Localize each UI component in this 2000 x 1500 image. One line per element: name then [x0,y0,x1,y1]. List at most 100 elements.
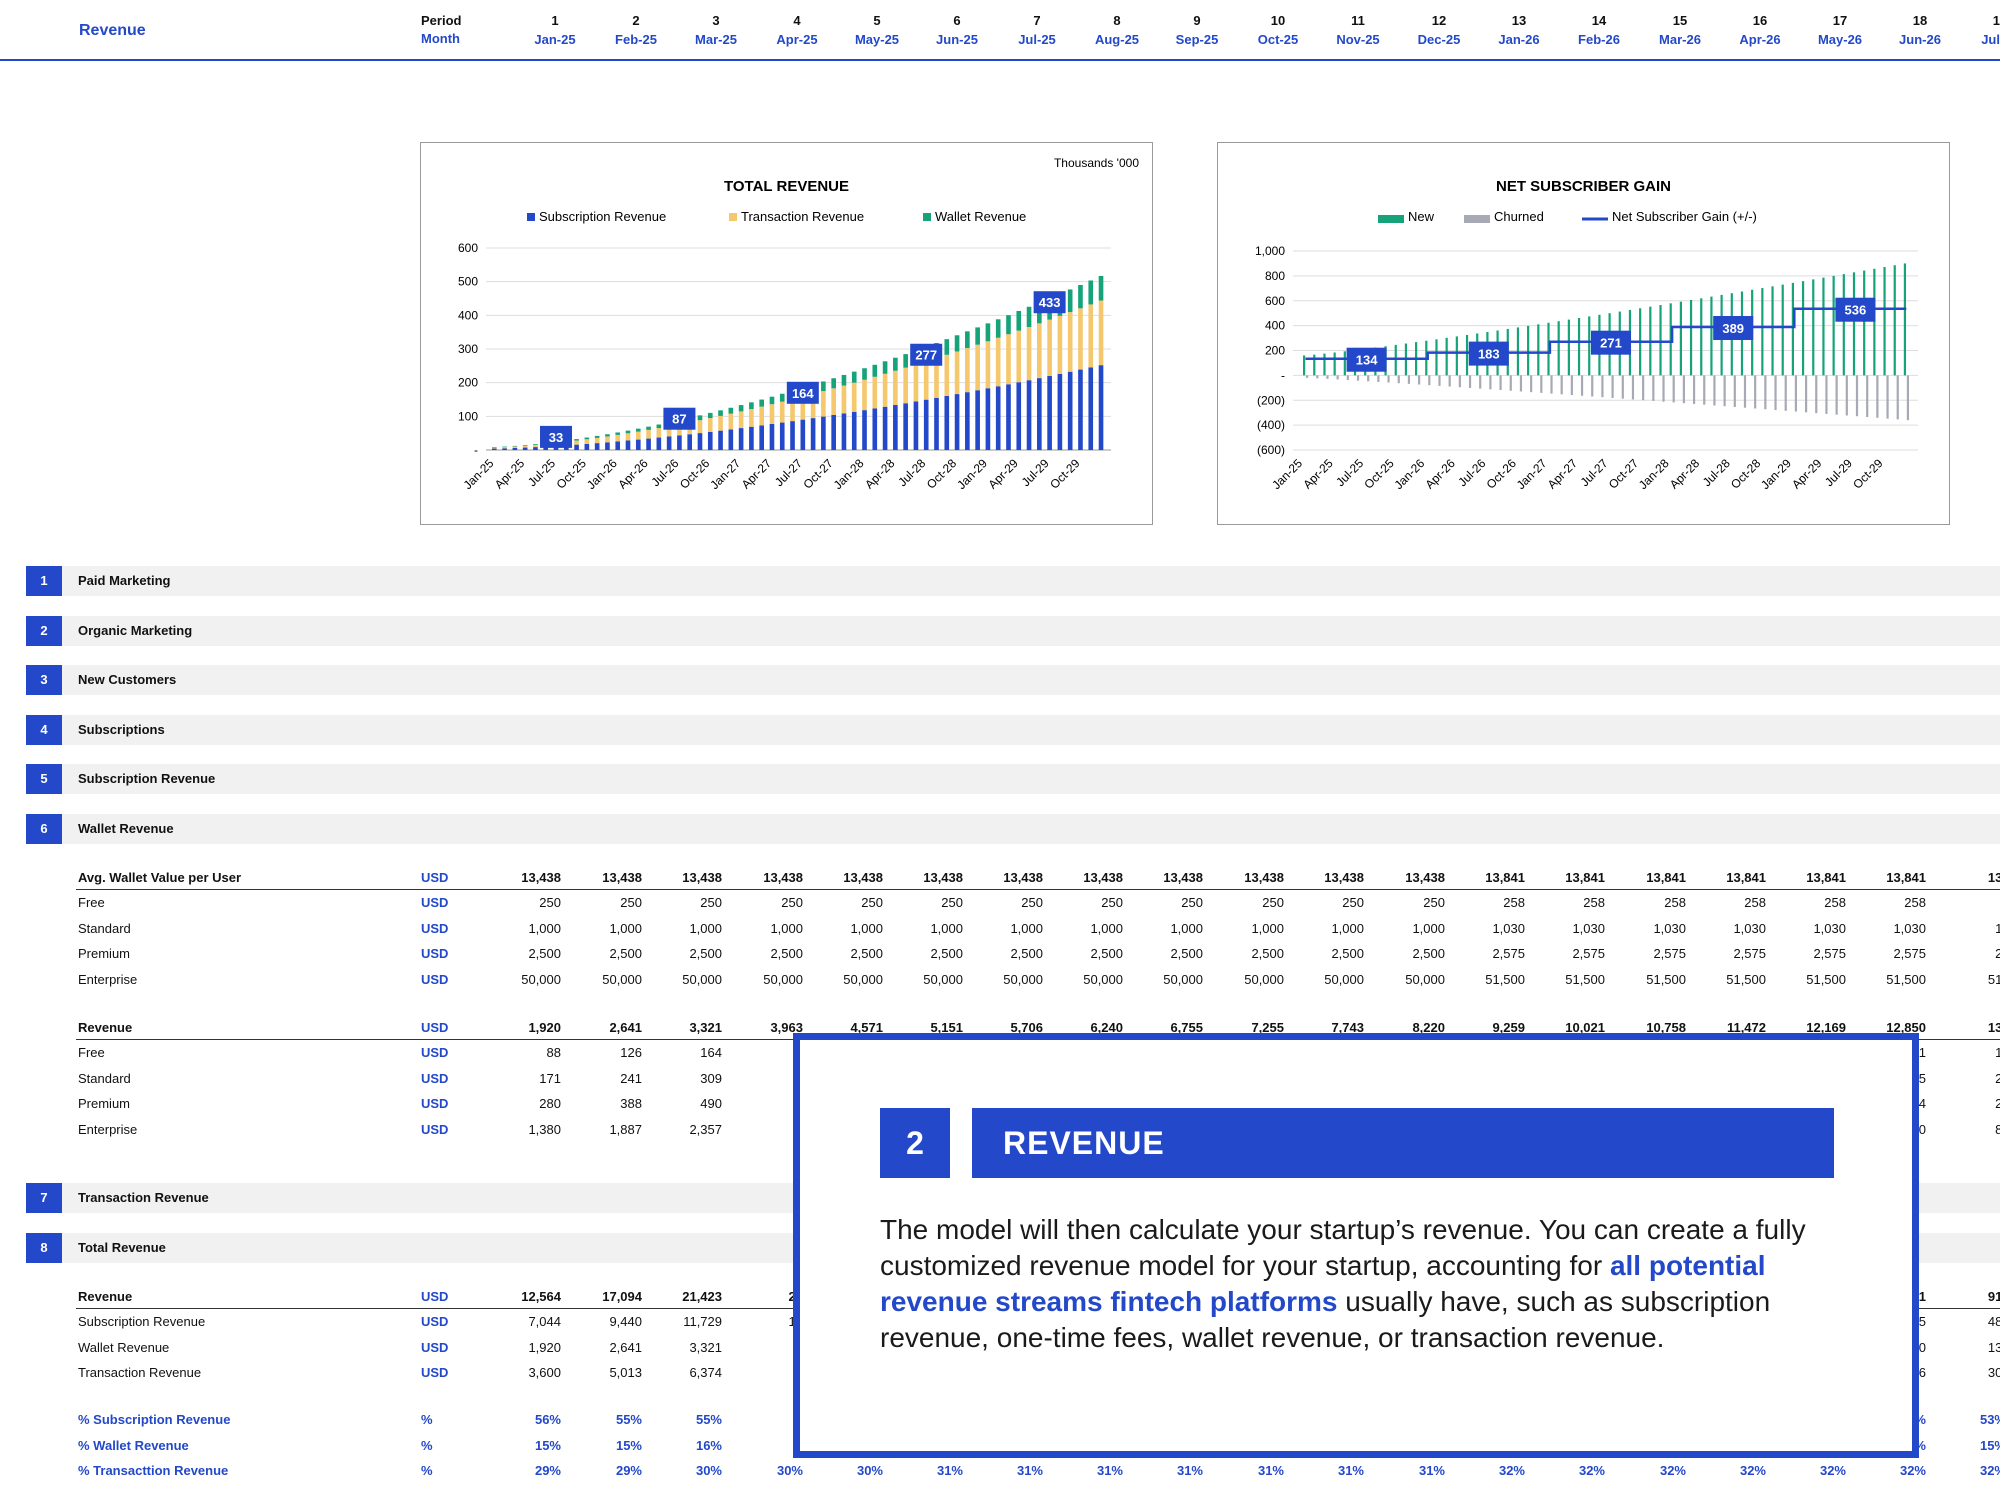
cell: 2,500 [1010,946,1043,961]
period-month: Nov-25 [1336,32,1380,47]
new-bar [1903,263,1907,376]
row-unit: USD [421,1020,449,1035]
cell: 50,000 [602,971,642,987]
cell: 258 [1824,895,1846,910]
x-tick-label: Apr-28 [1667,456,1703,492]
churned-bar [1703,375,1706,405]
subscription-bar [584,443,590,450]
wallet-bar [697,415,703,421]
x-tick-label: Jan-28 [831,456,867,492]
transaction-bar [851,382,857,412]
cell: 1,000 [770,920,803,936]
y-tick-label: 400 [458,308,478,322]
section-1: 1 Paid Marketing [0,566,2000,596]
period-number: 4 [793,13,801,28]
cell: 31% [1096,1463,1123,1478]
churned-bar [1611,375,1614,398]
card-title-bar: REVENUE [972,1108,1834,1178]
subscription-bar [512,447,518,450]
churned-bar [1530,375,1533,393]
cell: 1,000 [1251,920,1284,936]
subscription-bar [893,405,898,450]
wallet-bar [1006,315,1011,335]
subscription-bar [790,421,795,450]
period-month: Oct-25 [1257,32,1299,47]
wallet-bar [1067,289,1073,313]
row-unit: USD [421,971,449,987]
x-tick-label: Apr-28 [862,456,898,492]
cell: 250 [861,895,883,910]
row-label: % Transacttion Revenue [78,1463,229,1478]
period-month: Jan-26 [1498,32,1540,47]
cell: 6,374 [689,1365,722,1380]
cell: 50,000 [1083,971,1123,987]
churned-bar [1764,375,1767,410]
cell: 1,000 [609,920,642,936]
x-tick-label: Jul-29 [1822,456,1855,489]
legend-swatch [527,213,535,221]
period-month: Feb-25 [615,32,657,47]
transaction-bar [533,444,538,448]
wallet-bar [718,410,723,416]
section-band [26,616,2000,646]
subscription-bar [666,436,672,450]
churned-bar [1570,375,1573,396]
cell: 2,500 [1170,946,1203,961]
cell: 30, [1987,1365,2000,1380]
cell: 258 [1503,895,1525,910]
x-tick-label: Oct-28 [924,456,960,492]
cell: 388 [620,1096,642,1111]
section-5: 5 Subscription Revenue [0,764,2000,794]
section-4: 4 Subscriptions [0,715,2000,745]
wallet-bar [646,426,651,430]
period-number: 2 [632,13,640,28]
cell: 2,500 [1090,946,1123,961]
churned-bar [1326,375,1329,379]
cell: 32% [1739,1463,1766,1478]
cell: 31% [1418,1463,1445,1478]
period-number: 1 [551,13,559,28]
cell: 250 [1262,895,1284,910]
subscription-bar [831,415,836,450]
new-bar [1689,299,1693,376]
wallet-bar [821,381,826,392]
section-band [26,715,2000,745]
row-label: Free [78,895,105,910]
section-number: 7 [26,1183,62,1213]
legend-label: Subscription Revenue [539,209,666,224]
subscription-bar [882,406,888,450]
period-month: Mar-26 [1659,32,1701,47]
info-card: 2 REVENUE The model will then calculate … [793,1033,1919,1458]
transaction-bar [502,447,507,449]
period-number: 9 [1193,13,1201,28]
churned-bar [1356,375,1360,381]
cell: 7,044 [528,1314,561,1329]
cell: 50,000 [763,971,803,987]
x-tick-label: Oct-26 [1484,456,1520,492]
cell: 258 [1583,895,1605,910]
churned-bar [1377,375,1380,382]
cell: 1,000 [1412,920,1445,936]
cell: 2,500 [1251,946,1284,961]
churned-bar [1407,375,1411,384]
cell: 91, [1987,1289,2000,1304]
cell: 13,438 [1003,870,1043,885]
wallet-bar [954,335,960,352]
x-tick-label: Jul-26 [1455,456,1488,489]
x-tick-label: Jan-25 [1269,456,1305,492]
churned-bar [1855,375,1859,417]
cell: 250 [941,895,963,910]
churned-bar [1509,375,1512,391]
subscription-bar [646,438,651,450]
subscription-bar [522,447,528,450]
churned-bar [1784,375,1787,411]
row-label: Wallet Revenue [78,1339,170,1355]
churned-bar [1418,375,1421,385]
churned-bar [1642,375,1645,401]
y-tick-label: - [474,443,478,457]
x-tick-label: Jul-25 [1333,456,1366,489]
churned-bar [1346,375,1349,381]
cell: 51,500 [1646,971,1686,987]
period-column: 16 Apr-26 [1725,13,1795,47]
cell: 258 [1744,895,1766,910]
